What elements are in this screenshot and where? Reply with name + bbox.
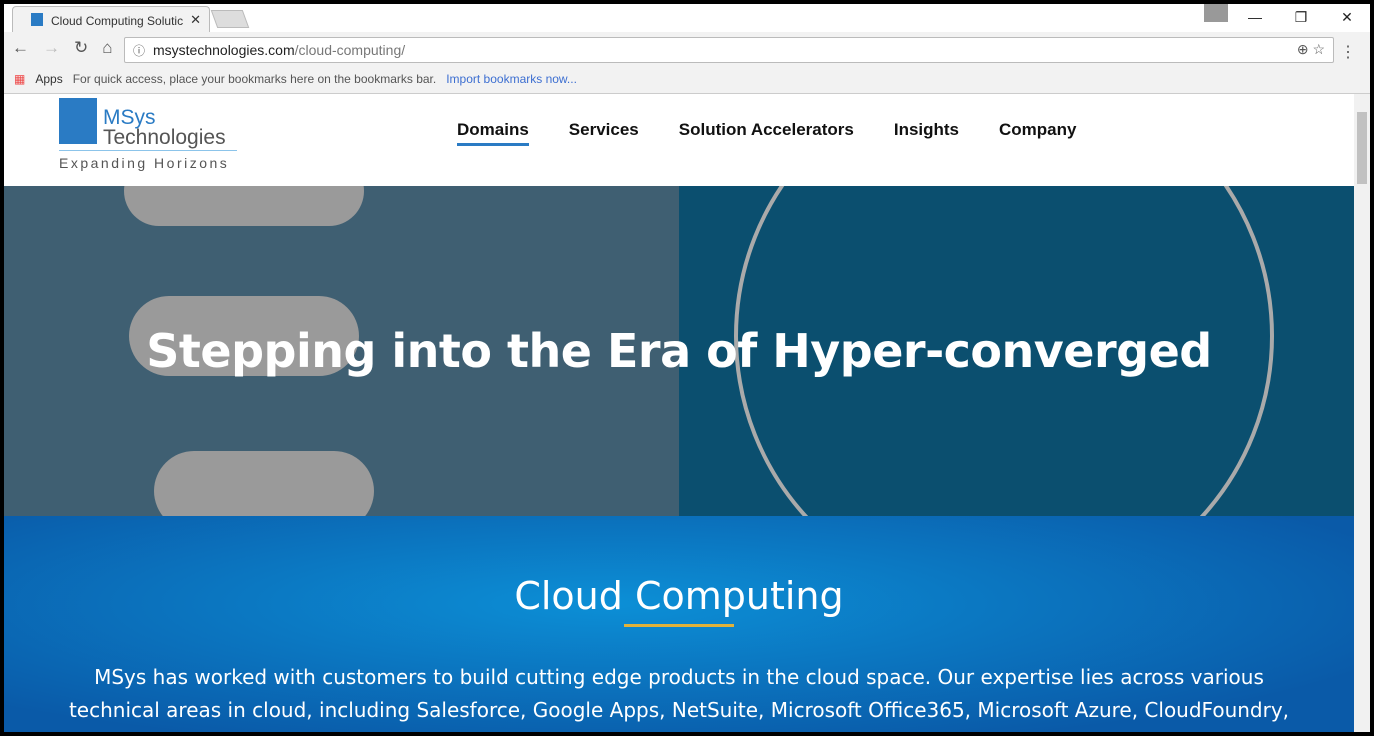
menu-icon[interactable]: ⋮	[1340, 42, 1356, 62]
scrollbar[interactable]	[1354, 94, 1370, 732]
scrollbar-thumb[interactable]	[1357, 112, 1367, 184]
restore-button[interactable]: ❐	[1278, 4, 1324, 30]
section-text: MSys has worked with customers to build …	[68, 665, 1290, 732]
minimize-button[interactable]: —	[1232, 4, 1278, 30]
url-path: /cloud-computing/	[294, 42, 406, 58]
url-domain: msystechnologies.com	[153, 42, 295, 58]
close-window-button[interactable]: ✕	[1324, 4, 1370, 30]
nav-insights[interactable]: Insights	[894, 120, 959, 146]
logo-tagline: Expanding Horizons	[59, 155, 230, 171]
cloud-computing-section: Cloud Computing MSys has worked with cus…	[4, 516, 1354, 732]
web-page: MSys Technologies Expanding Horizons Domai…	[4, 94, 1354, 732]
hero-title: Stepping into the Era of Hyper-converged	[146, 324, 1212, 378]
browser-window: Cloud Computing Solutic ✕ — ❐ ✕ ← → ↻ ⌂ ⓘ msyst…	[4, 4, 1370, 732]
star-icon[interactable]: ☆	[1312, 41, 1325, 57]
site-header: MSys Technologies Expanding Horizons Domai…	[4, 94, 1354, 186]
title-underline	[624, 624, 734, 627]
logo-name2: Technologies	[103, 126, 226, 149]
apps-link[interactable]: Apps	[35, 72, 62, 86]
logo-mark-icon	[59, 98, 97, 144]
section-title: Cloud Computing	[514, 574, 844, 618]
cloud-icon	[124, 186, 364, 226]
info-icon[interactable]: ⓘ	[133, 42, 145, 59]
tab-bar: Cloud Computing Solutic ✕ — ❐ ✕	[4, 4, 1370, 32]
import-bookmarks-link[interactable]: Import bookmarks now...	[446, 72, 577, 86]
cloud-icon	[154, 451, 374, 516]
new-tab-button[interactable]	[210, 10, 250, 28]
nav-services[interactable]: Services	[569, 120, 639, 146]
address-bar[interactable]: ⓘ msystechnologies.com/cloud-computing/⊕ …	[124, 37, 1334, 63]
nav-solution-accelerators[interactable]: Solution Accelerators	[679, 120, 854, 146]
home-icon[interactable]: ⌂	[102, 38, 112, 58]
back-icon[interactable]: ←	[12, 38, 29, 58]
tab-active[interactable]: Cloud Computing Solutic ✕	[12, 6, 210, 32]
favicon-icon	[31, 13, 43, 26]
nav-domains[interactable]: Domains	[457, 120, 529, 146]
close-tab-icon[interactable]: ✕	[190, 12, 201, 28]
zoom-icon[interactable]: ⊕	[1297, 41, 1309, 57]
user-icon[interactable]	[1204, 4, 1228, 22]
hero-banner: Stepping into the Era of Hyper-converged	[4, 186, 1354, 516]
forward-icon[interactable]: →	[43, 38, 60, 58]
logo-divider	[59, 150, 237, 151]
bookmarks-hint: For quick access, place your bookmarks h…	[72, 71, 437, 86]
bookmarks-bar: ▦ Apps For quick access, place your bookm…	[4, 64, 1370, 94]
tab-title: Cloud Computing Solutic	[51, 14, 184, 28]
reload-icon[interactable]: ↻	[74, 38, 88, 58]
nav-company[interactable]: Company	[999, 120, 1076, 146]
main-nav: Domains Services Solution Accelerators I…	[457, 120, 1076, 146]
apps-icon[interactable]: ▦	[14, 72, 25, 86]
